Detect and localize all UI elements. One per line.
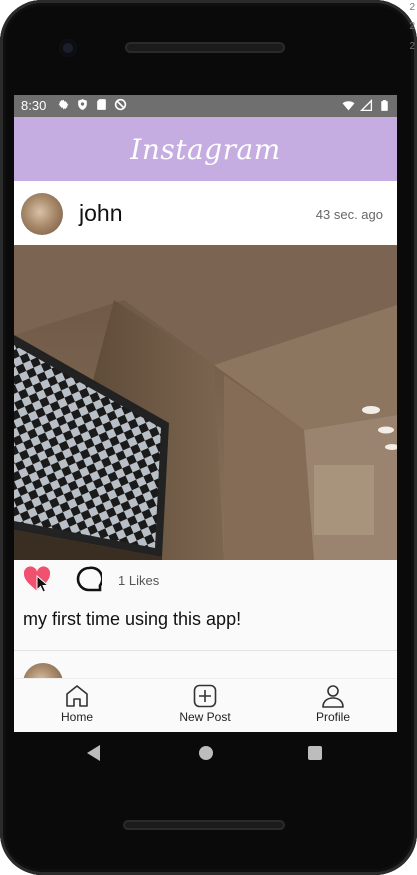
add-square-icon [193, 684, 217, 708]
side-marker: 2 [409, 41, 415, 52]
sync-blocked-icon [114, 98, 127, 111]
post-actions: 1 Likes [14, 560, 397, 600]
app-bar: Instagram [14, 117, 397, 181]
home-circle-icon[interactable] [199, 746, 213, 760]
signal-icon [360, 99, 373, 112]
earpiece-speaker [125, 42, 285, 53]
post-header: john 43 sec. ago [14, 181, 397, 245]
status-bar: 8:30 [14, 95, 397, 117]
wifi-icon [342, 101, 355, 111]
gear-icon [58, 99, 69, 110]
recents-icon[interactable] [308, 746, 322, 760]
home-icon [66, 685, 88, 707]
app-title: Instagram [130, 132, 281, 166]
post-caption: my first time using this app! [23, 609, 242, 629]
shield-icon [78, 99, 87, 110]
nav-item-home[interactable]: Home [32, 683, 122, 724]
sd-card-icon [97, 99, 106, 110]
nav-label-home: Home [60, 710, 93, 724]
likes-count[interactable]: 1 Likes [118, 573, 159, 588]
side-marker: 2 [409, 2, 415, 13]
app-screen: 8:30 Instagram john 43 sec. ago 1 Likes … [14, 95, 397, 732]
nav-item-new-post[interactable]: New Post [160, 683, 250, 724]
system-navigation-bar [14, 732, 397, 776]
status-time: 8:30 [21, 98, 47, 113]
side-marker: 2 [409, 21, 415, 32]
post-username[interactable]: john [79, 200, 122, 227]
mouse-cursor-icon [36, 575, 48, 593]
post-timestamp: 43 sec. ago [315, 207, 383, 222]
avatar[interactable] [21, 193, 63, 235]
nav-label-profile: Profile [315, 710, 350, 724]
bottom-speaker [123, 820, 285, 830]
divider [14, 650, 397, 651]
back-icon[interactable] [87, 745, 100, 761]
post-photo [14, 245, 397, 560]
bottom-navigation: Home New Post Profile [14, 678, 397, 732]
front-camera [59, 39, 77, 57]
nav-label-new-post: New Post [179, 710, 231, 724]
profile-icon [322, 685, 344, 708]
comment-icon[interactable] [76, 566, 102, 592]
nav-item-profile[interactable]: Profile [288, 683, 378, 724]
battery-icon [381, 100, 388, 111]
phone-frame: 2 2 2 8:30 Instagram john 43 sec. ago 1 … [0, 0, 417, 875]
post-image[interactable] [14, 245, 397, 560]
